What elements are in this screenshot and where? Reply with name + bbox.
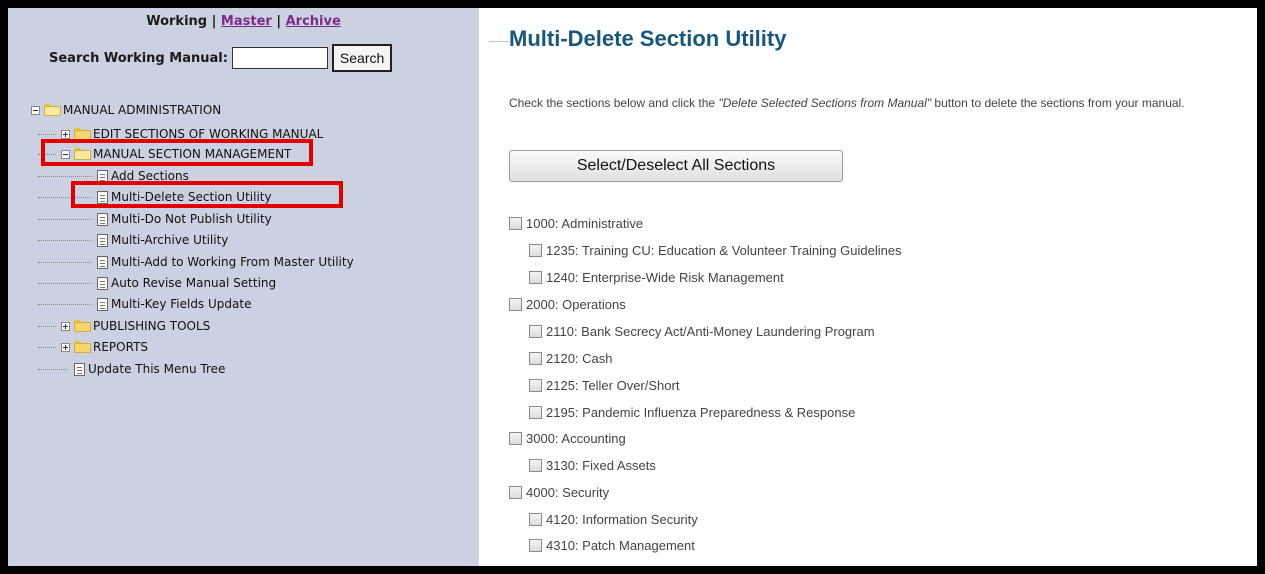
section-checkbox[interactable] — [529, 538, 542, 552]
document-icon — [97, 212, 108, 226]
section-checkbox-row[interactable]: 3000: Accounting — [509, 427, 626, 449]
section-checkbox[interactable] — [529, 378, 542, 392]
tree-connector — [38, 326, 56, 327]
instructions-button-name: "Delete Selected Sections from Manual" — [718, 96, 932, 110]
section-label: 2125: Teller Over/Short — [546, 377, 680, 393]
tree-connector — [38, 134, 56, 135]
section-label: 3000: Accounting — [526, 430, 626, 446]
folder-open-icon — [44, 104, 61, 116]
tree-connector — [38, 347, 56, 348]
section-checkbox-row[interactable]: 4000: Security — [509, 481, 609, 503]
section-checkbox-row[interactable]: 4120: Information Security — [529, 508, 698, 530]
section-label: 2000: Operations — [526, 296, 626, 312]
section-checkbox-row[interactable]: 2195: Pandemic Influenza Preparedness & … — [529, 401, 855, 423]
section-checkbox[interactable] — [509, 216, 522, 230]
tree-connector — [38, 283, 92, 284]
tree-node-reports[interactable]: REPORTS — [61, 337, 148, 357]
window-frame: Working | Master | Archive Search Workin… — [0, 0, 1265, 574]
tree-node-label: PUBLISHING TOOLS — [93, 319, 211, 333]
tree-connector — [38, 262, 92, 263]
document-icon — [97, 233, 108, 247]
section-checkbox-row[interactable]: 2110: Bank Secrecy Act/Anti-Money Launde… — [529, 320, 875, 342]
tree-node-label: MANUAL ADMINISTRATION — [63, 103, 222, 117]
highlight-box-section-management — [41, 139, 313, 166]
tree-item-label: Update This Menu Tree — [88, 362, 226, 376]
section-label: 1000: Administrative — [526, 215, 644, 231]
section-checkbox[interactable] — [509, 485, 522, 499]
section-label: 4000: Security — [526, 484, 610, 500]
section-label: 2120: Cash — [546, 350, 613, 366]
document-icon — [97, 276, 108, 290]
section-label: 1240: Enterprise-Wide Risk Management — [546, 269, 784, 285]
instructions-text-start: Check the sections below and click the — [509, 96, 719, 110]
tree-connector — [38, 304, 92, 305]
section-label: 2110: Bank Secrecy Act/Anti-Money Launde… — [546, 323, 875, 339]
folder-icon — [74, 341, 91, 353]
tree-connector — [38, 176, 92, 177]
tree-item-label: Multi-Do Not Publish Utility — [111, 212, 272, 226]
section-checkbox-row[interactable]: 1000: Administrative — [509, 212, 643, 234]
section-checkbox[interactable] — [529, 512, 542, 526]
section-checkbox[interactable] — [529, 324, 542, 338]
section-label: 4120: Information Security — [546, 511, 698, 527]
section-checkbox[interactable] — [529, 351, 542, 365]
page-title: Multi-Delete Section Utility — [509, 26, 787, 51]
select-deselect-all-button[interactable]: Select/Deselect All Sections — [509, 150, 843, 182]
sidebar: Working | Master | Archive Search Workin… — [8, 8, 479, 566]
section-checkbox-row[interactable]: 3130: Fixed Assets — [529, 454, 656, 476]
section-checkbox-row[interactable]: 4310: Patch Management — [529, 534, 695, 556]
section-checkbox-row[interactable]: 2000: Operations — [509, 293, 626, 315]
section-label: 1235: Training CU: Education & Volunteer… — [546, 242, 902, 258]
section-checkbox[interactable] — [529, 458, 542, 472]
tree-item-multi-archive-utility[interactable]: Multi-Archive Utility — [97, 230, 228, 250]
document-icon — [97, 297, 108, 311]
tree-item-label: Multi-Key Fields Update — [111, 297, 252, 311]
section-checkbox[interactable] — [529, 270, 542, 284]
section-checkbox[interactable] — [509, 431, 522, 445]
section-checkbox-row[interactable]: 2120: Cash — [529, 347, 613, 369]
tree-connector — [38, 219, 92, 220]
section-checkbox[interactable] — [529, 405, 542, 419]
tree-connector — [38, 240, 92, 241]
section-label: 2195: Pandemic Influenza Preparedness & … — [546, 404, 856, 420]
menu-tree: MANUAL ADMINISTRATION EDIT SECTIONS OF W… — [8, 8, 479, 566]
section-label: 4315: Firewalls — [546, 565, 633, 567]
tree-item-label: Multi-Archive Utility — [111, 233, 229, 247]
tree-item-label: Multi-Add to Working From Master Utility — [111, 255, 354, 269]
section-checkbox-row[interactable]: 4315: Firewalls — [529, 561, 633, 566]
tree-node-publishing-tools[interactable]: PUBLISHING TOOLS — [61, 316, 210, 336]
expand-icon[interactable] — [61, 321, 70, 331]
title-rule — [489, 41, 509, 42]
section-label: 4310: Patch Management — [546, 537, 695, 553]
tree-node-manual-administration[interactable]: MANUAL ADMINISTRATION — [31, 100, 221, 120]
expand-icon[interactable] — [61, 342, 70, 352]
section-checkbox-row[interactable]: 1240: Enterprise-Wide Risk Management — [529, 266, 784, 288]
tree-item-auto-revise-manual-setting[interactable]: Auto Revise Manual Setting — [97, 273, 276, 293]
document-icon — [97, 255, 108, 269]
instructions-text: Check the sections below and click the "… — [509, 94, 1251, 113]
main-content: Multi-Delete Section Utility Check the s… — [479, 8, 1257, 566]
tree-item-update-menu-tree[interactable]: Update This Menu Tree — [74, 359, 225, 379]
tree-connector — [38, 369, 68, 370]
expand-icon[interactable] — [61, 129, 70, 139]
section-checkbox-row[interactable]: 2125: Teller Over/Short — [529, 374, 679, 396]
section-checkbox[interactable] — [529, 565, 542, 566]
tree-item-multi-key-fields-update[interactable]: Multi-Key Fields Update — [97, 294, 251, 314]
tree-item-multi-do-not-publish-utility[interactable]: Multi-Do Not Publish Utility — [97, 209, 272, 229]
tree-item-label: Auto Revise Manual Setting — [111, 276, 277, 290]
folder-icon — [74, 320, 91, 332]
section-checkbox[interactable] — [509, 297, 522, 311]
section-checkbox[interactable] — [529, 243, 542, 257]
highlight-box-multi-delete — [71, 181, 343, 208]
document-icon — [74, 362, 85, 376]
tree-node-label: REPORTS — [93, 340, 149, 354]
tree-item-multi-add-to-working[interactable]: Multi-Add to Working From Master Utility — [97, 252, 354, 272]
section-checkbox-row[interactable]: 1235: Training CU: Education & Volunteer… — [529, 239, 902, 261]
collapse-icon[interactable] — [31, 105, 40, 115]
instructions-text-end: button to delete the sections from your … — [931, 96, 1185, 110]
section-label: 3130: Fixed Assets — [546, 457, 656, 473]
